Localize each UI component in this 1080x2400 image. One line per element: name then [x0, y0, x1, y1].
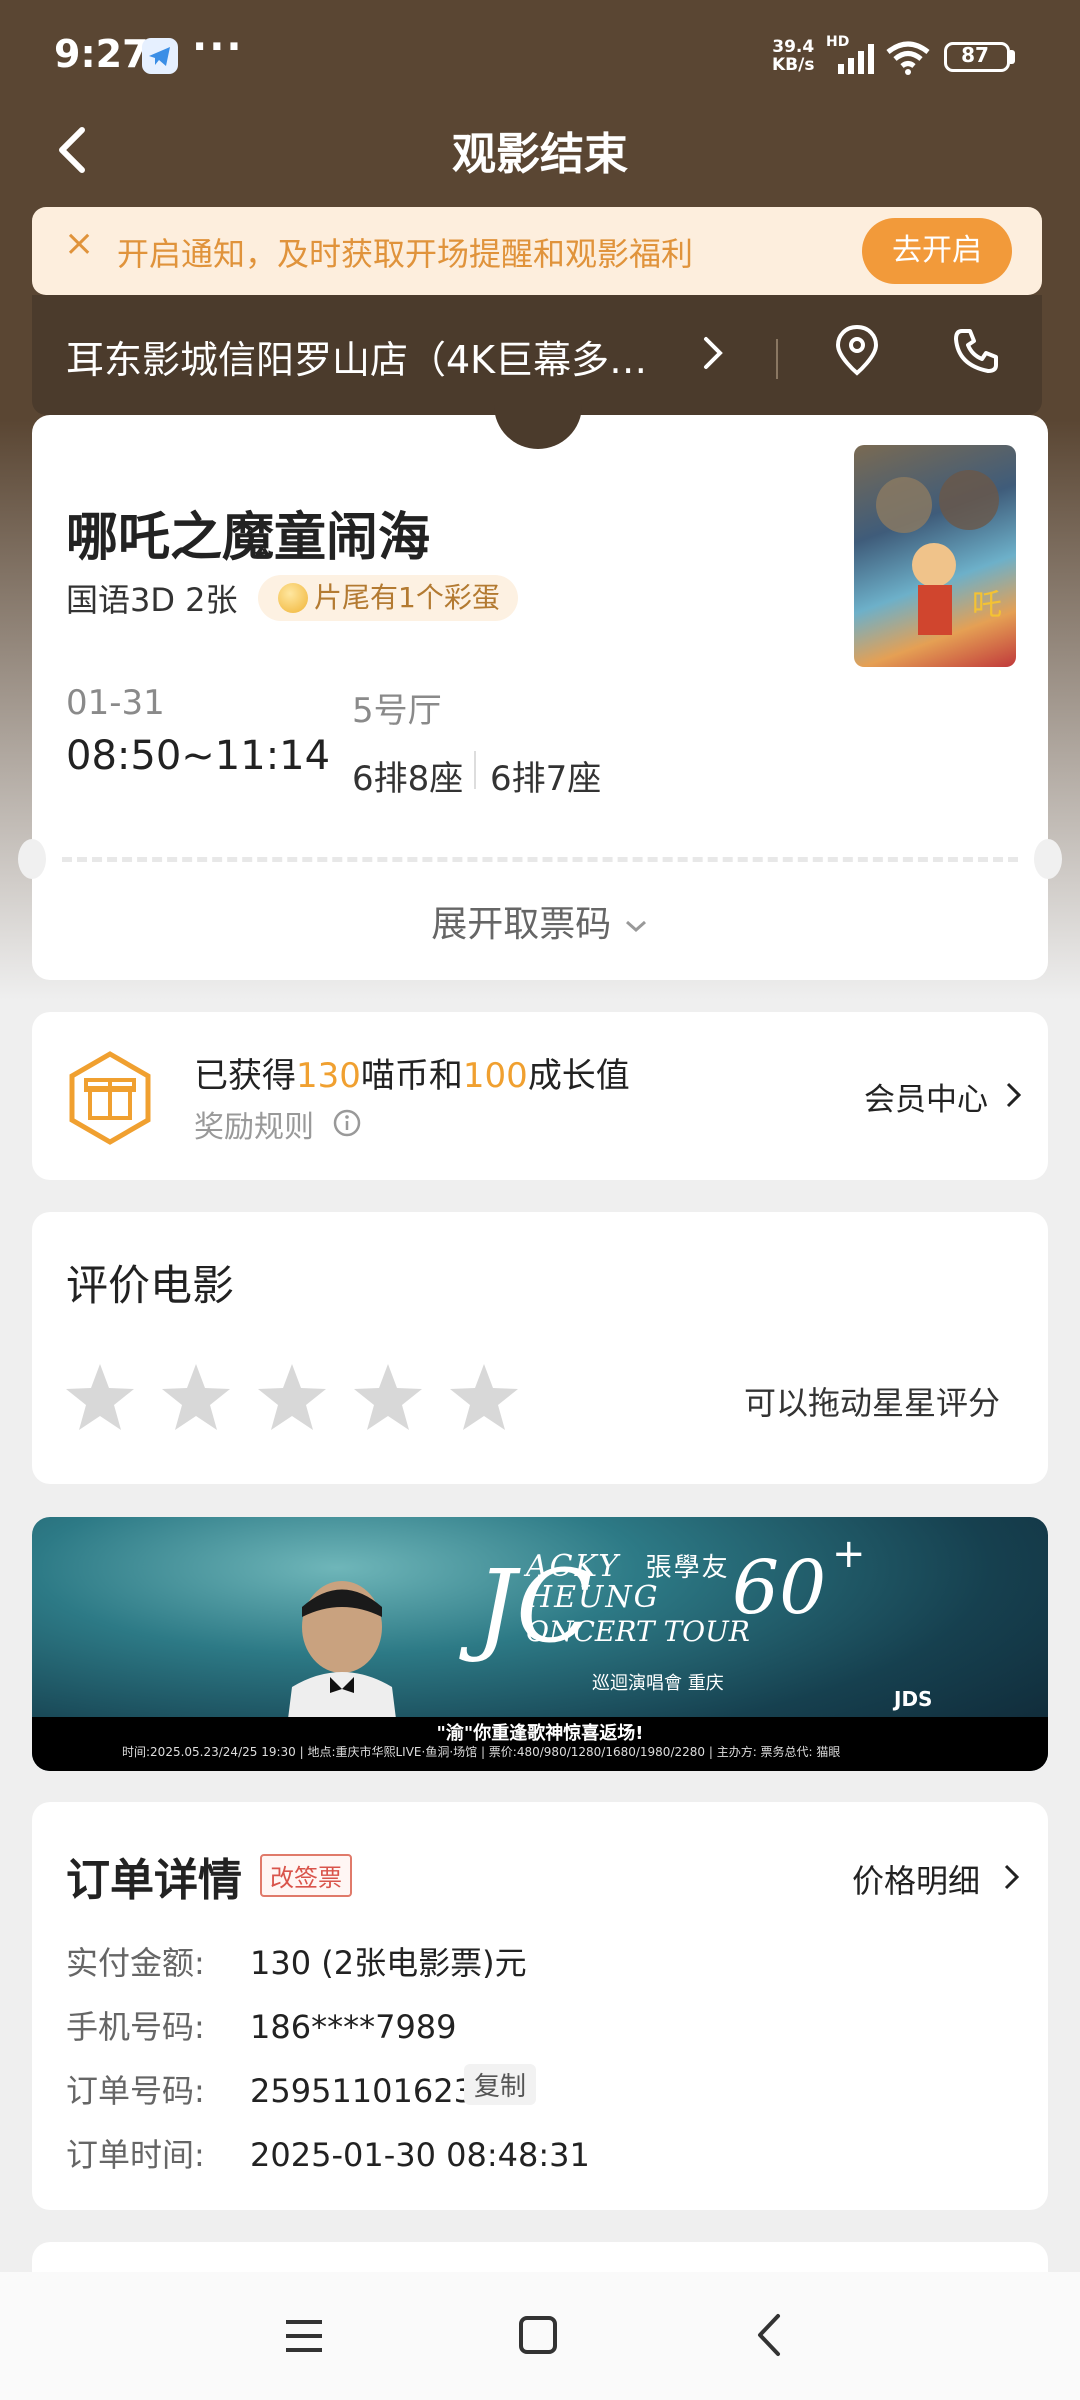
reward-coins: 130: [296, 1056, 361, 1096]
menu-icon[interactable]: [282, 2316, 326, 2356]
show-time: 08:50~11:14: [66, 733, 331, 779]
status-bar: 9:27 ··· 39.4 KB/s HD 87: [0, 0, 1080, 110]
location-pin-icon[interactable]: [832, 323, 882, 377]
order-row-label: 订单号码:: [66, 2072, 205, 2110]
enable-notification-button[interactable]: 去开启: [862, 218, 1012, 284]
ad-big-letters: JC: [476, 1548, 593, 1665]
ad-chinese-name: 張學友: [645, 1553, 730, 1583]
reward-growth: 100: [462, 1056, 528, 1096]
telegram-icon: [142, 38, 178, 74]
movie-ticket-card: 哪吒之魔童闹海 国语3D 2张 片尾有1个彩蛋 吒 01-31 5号厅 08:5…: [18, 393, 1062, 980]
member-center-link[interactable]: 会员中心: [864, 1074, 988, 1119]
back-triangle-icon[interactable]: [754, 2312, 784, 2358]
copy-button[interactable]: 复制: [464, 2064, 537, 2105]
battery-cap: [1010, 50, 1015, 64]
order-row-value: 2025-01-30 08:48:31: [250, 2136, 590, 2174]
expand-ticket-code-button[interactable]: 展开取票码: [32, 895, 1048, 947]
network-speed-value: 39.4: [772, 37, 815, 57]
reward-coins-unit: 喵币和: [360, 1056, 463, 1096]
svg-text:吒: 吒: [972, 588, 1002, 623]
close-icon[interactable]: ×: [64, 223, 94, 264]
page-title: 观影结束: [452, 129, 628, 180]
ticket-notch: [494, 393, 582, 449]
divider: [776, 339, 778, 379]
chevron-right-icon[interactable]: [1004, 1078, 1024, 1112]
signal-icon: [838, 44, 874, 74]
order-row-value: 186****7989: [250, 2008, 457, 2046]
price-detail-link[interactable]: 价格明细: [852, 1856, 980, 1902]
egg-icon: [278, 583, 308, 613]
reward-rules-link[interactable]: 奖励规则: [194, 1102, 314, 1146]
notification-banner: × 开启通知，及时获取开场提醒和观影福利 去开启: [32, 207, 1042, 295]
order-row: 订单时间: 2025-01-30 08:48:31: [66, 2130, 590, 2176]
ad-slogan: "渝"你重逢歌神惊喜返场!: [436, 1723, 644, 1744]
ad-info: 时间:2025.05.23/24/25 19:30 | 地点:重庆市华熙LIVE…: [122, 1745, 841, 1759]
system-nav-bar: [0, 2272, 1080, 2400]
movie-poster[interactable]: 吒: [854, 445, 1016, 667]
order-details-card: 订单详情 改签票 价格明细 实付金额: 130 (2张电影票)元 手机号码: 186…: [32, 1802, 1048, 2210]
ad-brand: JDS: [894, 1687, 933, 1711]
order-row-value: 25951101623: [250, 2072, 474, 2110]
concert-ad-banner[interactable]: ACKY 張學友 HEUNG ONCERT TOUR JC 60 + 巡迴演唱會…: [32, 1517, 1048, 1771]
phone-icon[interactable]: [950, 325, 1002, 377]
expand-ticket-code-label: 展开取票码: [431, 904, 612, 945]
ad-subtitle: 巡迴演唱會 重庆: [592, 1673, 724, 1694]
ticket-notch-right: [1034, 839, 1062, 879]
reward-prefix: 已获得: [194, 1056, 296, 1096]
cinema-name[interactable]: 耳东影城信阳罗山店（4K巨幕多…: [66, 329, 686, 384]
movie-title: 哪吒之魔童闹海: [66, 508, 431, 568]
movie-format: 国语3D 2张: [66, 581, 238, 619]
network-speed: 39.4 KB/s: [772, 38, 814, 74]
rewards-card: 已获得130喵币和100成长值 奖励规则 会员中心: [32, 1012, 1048, 1180]
star-icon[interactable]: [62, 1360, 138, 1436]
rating-hint: 可以拖动星星评分: [744, 1384, 1001, 1422]
order-row: 实付金额: 130 (2张电影票)元: [66, 1938, 527, 1984]
network-speed-unit: KB/s: [772, 55, 815, 75]
order-row-label: 订单时间:: [66, 2136, 205, 2174]
reward-growth-unit: 成长值: [527, 1056, 630, 1096]
status-time: 9:27: [54, 32, 149, 76]
wifi-icon: [886, 41, 930, 75]
battery-level: 87: [961, 43, 989, 67]
star-rating[interactable]: [62, 1360, 582, 1440]
rating-title: 评价电影: [66, 1261, 235, 1310]
star-icon[interactable]: [254, 1360, 330, 1436]
order-row-label: 实付金额:: [66, 1944, 205, 1982]
show-date: 01-31: [66, 683, 165, 723]
ad-plus: +: [832, 1531, 866, 1577]
star-icon[interactable]: [350, 1360, 426, 1436]
seat: 6排8座: [352, 759, 464, 799]
chevron-right-icon[interactable]: [1002, 1860, 1022, 1894]
ad-sixty: 60: [732, 1545, 827, 1631]
ticket-notch-left: [18, 839, 46, 879]
order-row: 订单号码: 25951101623: [66, 2066, 474, 2112]
info-icon[interactable]: [332, 1108, 362, 1138]
star-icon[interactable]: [446, 1360, 522, 1436]
more-notifications-icon: ···: [192, 24, 244, 70]
notification-text: 开启通知，及时获取开场提醒和观影福利: [117, 235, 694, 273]
chevron-down-icon: [625, 920, 646, 933]
order-row-label: 手机号码:: [66, 2008, 205, 2046]
order-row-value: 130 (2张电影票)元: [250, 1944, 527, 1982]
ad-info-bar: "渝"你重逢歌神惊喜返场! 时间:2025.05.23/24/25 19:30 …: [32, 1717, 1048, 1771]
seat: 6排7座: [490, 759, 602, 799]
home-square-icon[interactable]: [518, 2314, 558, 2356]
rating-card: 评价电影 可以拖动星星评分: [32, 1212, 1048, 1484]
order-title: 订单详情: [66, 1855, 242, 1906]
order-row: 手机号码: 186****7989: [66, 2002, 457, 2048]
perforation-line: [62, 857, 1018, 862]
chevron-right-icon[interactable]: [700, 331, 726, 375]
star-icon[interactable]: [158, 1360, 234, 1436]
reward-summary: 已获得130喵币和100成长值: [194, 1048, 630, 1097]
seat-divider: [474, 751, 476, 789]
hall-number: 5号厅: [352, 691, 442, 731]
gift-icon: [69, 1051, 151, 1145]
rebooked-ticket-tag: 改签票: [260, 1854, 352, 1897]
